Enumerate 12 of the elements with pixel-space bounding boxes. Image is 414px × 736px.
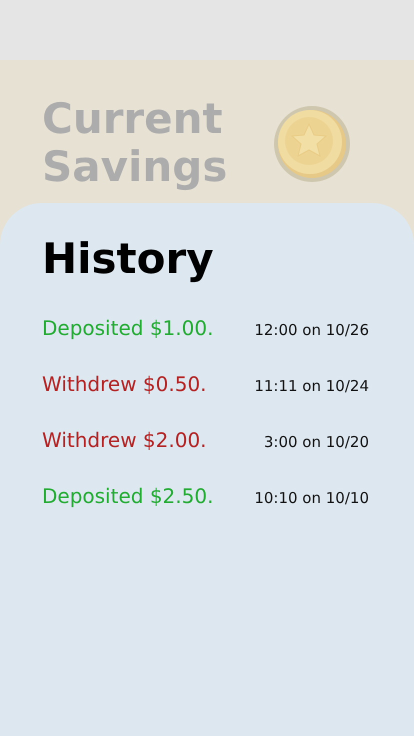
transaction-text: Deposited $2.50. xyxy=(42,483,214,509)
transaction-time: 3:00 on 10/20 xyxy=(264,432,369,452)
transaction-time: 11:11 on 10/24 xyxy=(254,376,369,396)
transaction-time: 10:10 on 10/10 xyxy=(254,488,369,508)
transaction-time: 12:00 on 10/26 xyxy=(254,320,369,340)
transaction-text: Withdrew $0.50. xyxy=(42,371,207,397)
coin-icon xyxy=(272,104,352,184)
savings-title: Savings xyxy=(42,142,228,190)
transaction-text: Withdrew $2.00. xyxy=(42,427,207,453)
transaction-text: Deposited $1.00. xyxy=(42,315,214,341)
savings-title: Current xyxy=(42,94,223,142)
history-title: History xyxy=(42,233,214,285)
